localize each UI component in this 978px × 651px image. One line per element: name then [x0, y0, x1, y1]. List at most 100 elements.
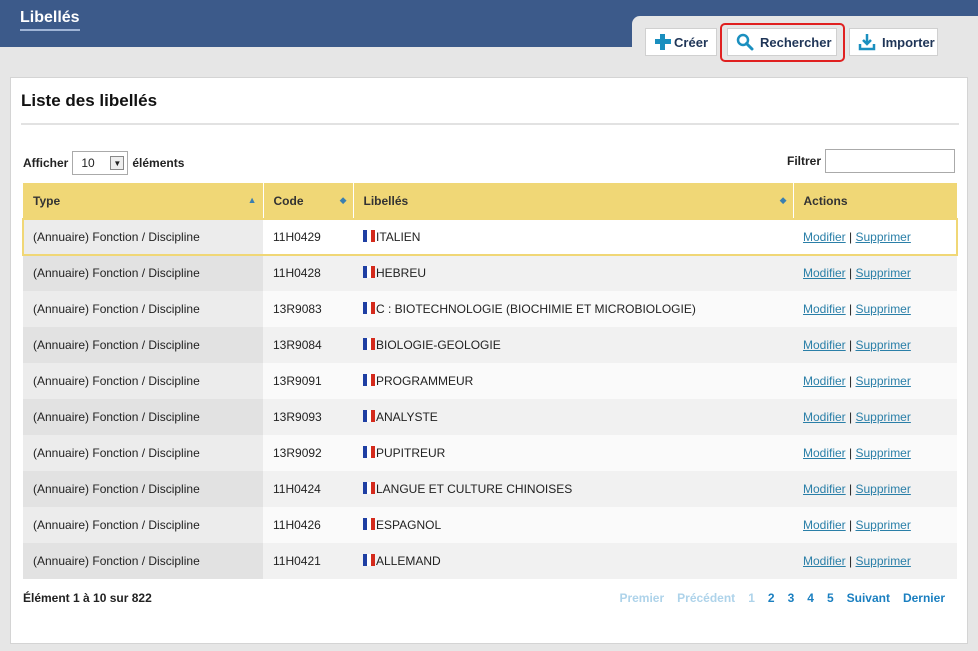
- cell-type: (Annuaire) Fonction / Discipline: [23, 435, 263, 471]
- table-row[interactable]: (Annuaire) Fonction / Discipline 11H0424 L…: [23, 471, 957, 507]
- edit-link[interactable]: Modifier: [803, 554, 846, 568]
- pagination-page-2[interactable]: 2: [768, 591, 775, 605]
- table-info: Élément 1 à 10 sur 822: [23, 591, 152, 605]
- cell-type: (Annuaire) Fonction / Discipline: [23, 327, 263, 363]
- action-separator: |: [849, 482, 853, 496]
- page-length-value: 10: [81, 156, 95, 170]
- cell-code: 13R9084: [263, 327, 353, 363]
- pagination-page-3[interactable]: 3: [788, 591, 795, 605]
- column-header-label[interactable]: Libellés ◆: [353, 183, 794, 219]
- app-title: Libellés: [20, 9, 80, 31]
- create-button[interactable]: Créer: [645, 28, 717, 56]
- french-flag-icon: [363, 266, 375, 278]
- delete-link[interactable]: Supprimer: [856, 338, 911, 352]
- edit-link[interactable]: Modifier: [803, 374, 846, 388]
- table-row[interactable]: (Annuaire) Fonction / Discipline 13R9091 P…: [23, 363, 957, 399]
- filter-input[interactable]: [825, 149, 955, 173]
- cell-label: HEBREU: [353, 255, 793, 291]
- edit-link[interactable]: Modifier: [803, 518, 846, 532]
- delete-link[interactable]: Supprimer: [856, 518, 911, 532]
- cell-code: 13R9091: [263, 363, 353, 399]
- pagination: Premier Précédent 1 2 3 4 5 Suivant Dern…: [606, 591, 945, 605]
- import-button-label: Importer: [882, 34, 935, 50]
- pagination-next[interactable]: Suivant: [847, 591, 890, 605]
- action-separator: |: [849, 410, 853, 424]
- delete-link[interactable]: Supprimer: [856, 554, 911, 568]
- cell-actions: Modifier | Supprimer: [793, 471, 957, 507]
- table-row[interactable]: (Annuaire) Fonction / Discipline 13R9083 C…: [23, 291, 957, 327]
- pagination-previous[interactable]: Précédent: [677, 591, 735, 605]
- edit-link[interactable]: Modifier: [803, 446, 846, 460]
- french-flag-icon: [363, 302, 375, 314]
- column-header-type[interactable]: Type ▲: [23, 183, 264, 219]
- edit-link[interactable]: Modifier: [803, 410, 846, 424]
- pagination-page-1[interactable]: 1: [748, 591, 755, 605]
- download-icon: [858, 33, 876, 51]
- cell-code: 11H0429: [263, 219, 353, 255]
- table-row[interactable]: (Annuaire) Fonction / Discipline 13R9093 A…: [23, 399, 957, 435]
- cell-code: 11H0426: [263, 507, 353, 543]
- cell-code: 13R9093: [263, 399, 353, 435]
- table-row[interactable]: (Annuaire) Fonction / Discipline 13R9084 B…: [23, 327, 957, 363]
- pagination-page-5[interactable]: 5: [827, 591, 834, 605]
- cell-actions: Modifier | Supprimer: [793, 327, 957, 363]
- table-header-row: Type ▲ Code ◆ Libellés ◆ Actions: [23, 183, 957, 219]
- cell-label: C : BIOTECHNOLOGIE (BIOCHIMIE ET MICROBI…: [353, 291, 793, 327]
- french-flag-icon: [363, 230, 375, 242]
- sort-asc-icon: ▲: [247, 195, 257, 205]
- edit-link[interactable]: Modifier: [803, 302, 846, 316]
- cell-label: LANGUE ET CULTURE CHINOISES: [353, 471, 793, 507]
- cell-label: ESPAGNOL: [353, 507, 793, 543]
- table-row[interactable]: (Annuaire) Fonction / Discipline 11H0428 H…: [23, 255, 957, 291]
- table-row[interactable]: (Annuaire) Fonction / Discipline 11H0426 E…: [23, 507, 957, 543]
- delete-link[interactable]: Supprimer: [856, 446, 911, 460]
- delete-link[interactable]: Supprimer: [856, 230, 911, 244]
- cell-label: ANALYSTE: [353, 399, 793, 435]
- magnifier-icon: [736, 33, 754, 51]
- page-length-select[interactable]: 10 ▼: [72, 151, 129, 175]
- cell-type: (Annuaire) Fonction / Discipline: [23, 471, 263, 507]
- cell-type: (Annuaire) Fonction / Discipline: [23, 219, 263, 255]
- pagination-first[interactable]: Premier: [619, 591, 664, 605]
- delete-link[interactable]: Supprimer: [856, 410, 911, 424]
- page-length-control: Afficher 10 ▼ éléments: [23, 151, 184, 175]
- column-header-code[interactable]: Code ◆: [263, 183, 354, 219]
- cell-type: (Annuaire) Fonction / Discipline: [23, 399, 263, 435]
- edit-link[interactable]: Modifier: [803, 338, 846, 352]
- cell-label: PUPITREUR: [353, 435, 793, 471]
- delete-link[interactable]: Supprimer: [856, 302, 911, 316]
- french-flag-icon: [363, 482, 375, 494]
- cell-code: 13R9083: [263, 291, 353, 327]
- panel-divider: [21, 123, 959, 125]
- edit-link[interactable]: Modifier: [803, 230, 846, 244]
- page-length-suffix: éléments: [132, 156, 185, 170]
- edit-link[interactable]: Modifier: [803, 266, 846, 280]
- pagination-last[interactable]: Dernier: [903, 591, 945, 605]
- french-flag-icon: [363, 518, 375, 530]
- label-text: PROGRAMMEUR: [376, 374, 474, 388]
- cell-actions: Modifier | Supprimer: [793, 291, 957, 327]
- cell-type: (Annuaire) Fonction / Discipline: [23, 507, 263, 543]
- label-text: ALLEMAND: [376, 554, 441, 568]
- table-row[interactable]: (Annuaire) Fonction / Discipline 13R9092 P…: [23, 435, 957, 471]
- pagination-page-4[interactable]: 4: [807, 591, 814, 605]
- sort-both-icon: ◆: [339, 195, 347, 205]
- action-separator: |: [849, 446, 853, 460]
- edit-link[interactable]: Modifier: [803, 482, 846, 496]
- table-row[interactable]: (Annuaire) Fonction / Discipline 11H0421 A…: [23, 543, 957, 579]
- label-text: BIOLOGIE-GEOLOGIE: [376, 338, 501, 352]
- chevron-down-icon: ▼: [110, 156, 125, 170]
- label-text: ANALYSTE: [376, 410, 438, 424]
- table-body: (Annuaire) Fonction / Discipline 11H0429 I…: [22, 218, 958, 579]
- delete-link[interactable]: Supprimer: [856, 266, 911, 280]
- cell-code: 13R9092: [263, 435, 353, 471]
- page-length-prefix: Afficher: [23, 156, 69, 170]
- table-row[interactable]: (Annuaire) Fonction / Discipline 11H0429 I…: [22, 218, 958, 256]
- french-flag-icon: [363, 554, 375, 566]
- search-button[interactable]: Rechercher: [727, 28, 837, 56]
- delete-link[interactable]: Supprimer: [856, 482, 911, 496]
- label-text: ESPAGNOL: [376, 518, 442, 532]
- french-flag-icon: [363, 338, 375, 350]
- import-button[interactable]: Importer: [849, 28, 938, 56]
- delete-link[interactable]: Supprimer: [856, 374, 911, 388]
